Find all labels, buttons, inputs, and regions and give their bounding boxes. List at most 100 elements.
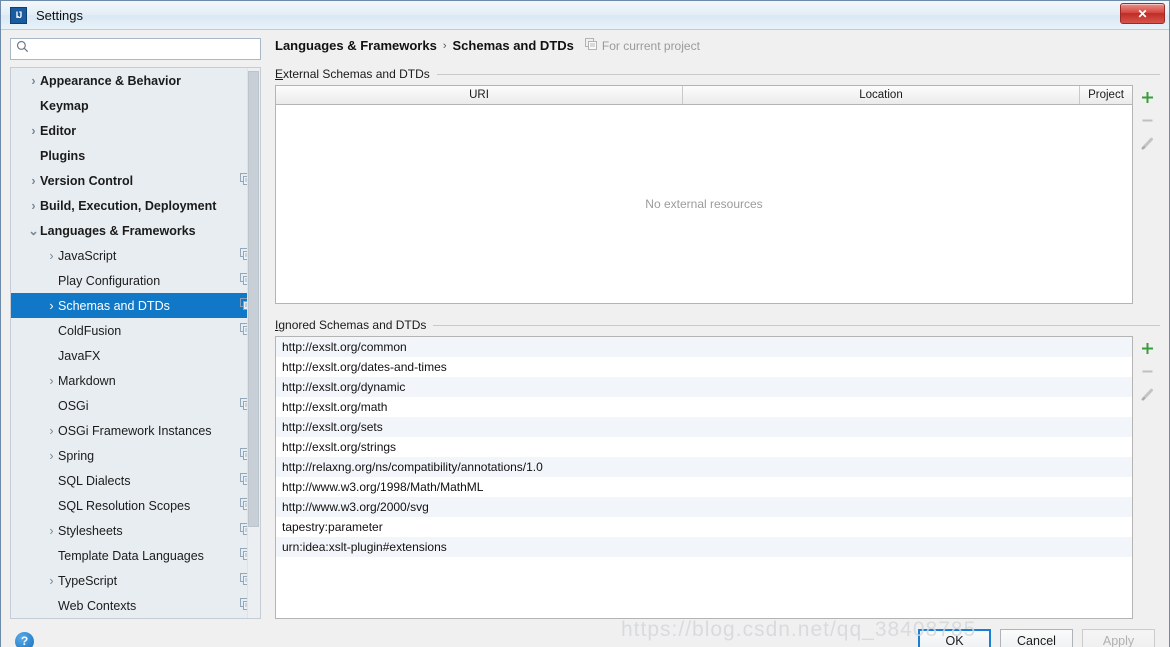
search-input[interactable] xyxy=(33,41,255,57)
search-icon xyxy=(16,40,29,58)
ignored-resources-list[interactable]: http://exslt.org/common http://exslt.org/… xyxy=(275,336,1133,619)
list-item[interactable]: urn:idea:xslt-plugin#extensions xyxy=(276,537,1132,557)
project-scope-label: For current project xyxy=(584,38,700,53)
list-item[interactable]: http://www.w3.org/1998/Math/MathML xyxy=(276,477,1132,497)
list-item[interactable]: http://exslt.org/strings xyxy=(276,437,1132,457)
sidebar-item-label: JavaFX xyxy=(58,348,101,363)
sidebar-item-sql-resolution-scopes[interactable]: SQL Resolution Scopes xyxy=(11,493,260,518)
chevron-right-icon[interactable]: › xyxy=(45,299,58,313)
list-item[interactable]: http://exslt.org/dynamic xyxy=(276,377,1132,397)
project-scope-icon xyxy=(584,38,597,53)
sidebar-item-label: Markdown xyxy=(58,373,116,388)
column-header-location[interactable]: Location xyxy=(683,86,1080,104)
minus-icon xyxy=(1142,119,1153,122)
sidebar-item-template-data-languages[interactable]: Template Data Languages xyxy=(11,543,260,568)
help-button[interactable]: ? xyxy=(15,631,34,647)
ignored-list-toolbar xyxy=(1135,336,1160,619)
list-item[interactable]: http://relaxng.org/ns/compatibility/anno… xyxy=(276,457,1132,477)
sidebar-item-spring[interactable]: › Spring xyxy=(11,443,260,468)
sidebar-item-schemas-and-dtds[interactable]: › Schemas and DTDs xyxy=(11,293,260,318)
edit-ignored-resource-button xyxy=(1136,383,1159,406)
chevron-right-icon[interactable]: › xyxy=(45,374,58,388)
sidebar-item-label: Version Control xyxy=(40,173,134,188)
sidebar-item-label: Schemas and DTDs xyxy=(58,298,170,313)
sidebar-item-osgi-framework-instances[interactable]: › OSGi Framework Instances xyxy=(11,418,260,443)
sidebar-scrollbar-thumb[interactable] xyxy=(248,71,259,527)
edit-pencil-icon xyxy=(1141,137,1153,150)
sidebar-item-osgi[interactable]: OSGi xyxy=(11,393,260,418)
chevron-right-icon[interactable]: › xyxy=(27,124,40,138)
breadcrumb-parent[interactable]: Languages & Frameworks xyxy=(275,38,437,53)
breadcrumb: Languages & Frameworks › Schemas and DTD… xyxy=(275,38,1160,53)
sidebar-item-languages-frameworks[interactable]: ⌄ Languages & Frameworks xyxy=(11,218,260,243)
chevron-right-icon[interactable]: › xyxy=(45,424,58,438)
external-group-title: External Schemas and DTDs xyxy=(275,67,1160,81)
chevron-right-icon[interactable]: › xyxy=(27,74,40,88)
list-item[interactable]: http://exslt.org/common xyxy=(276,337,1132,357)
sidebar-item-label: ColdFusion xyxy=(58,323,122,338)
settings-sidebar: › Appearance & Behavior Keymap › Editor Plugi… xyxy=(10,38,261,619)
sidebar-item-editor[interactable]: › Editor xyxy=(11,118,260,143)
sidebar-scrollbar[interactable] xyxy=(247,68,260,618)
sidebar-item-sql-dialects[interactable]: SQL Dialects xyxy=(11,468,260,493)
list-item[interactable]: http://exslt.org/dates-and-times xyxy=(276,357,1132,377)
external-group-rest: xternal Schemas and DTDs xyxy=(283,67,430,81)
sidebar-item-label: Web Contexts xyxy=(58,598,137,613)
sidebar-item-web-contexts[interactable]: Web Contexts xyxy=(11,593,260,618)
external-resources-table: URI Location Project No external resourc… xyxy=(275,85,1133,304)
search-box[interactable] xyxy=(10,38,261,60)
sidebar-item-label: Editor xyxy=(40,123,77,138)
sidebar-item-label: OSGi xyxy=(58,398,89,413)
sidebar-item-version-control[interactable]: › Version Control xyxy=(11,168,260,193)
sidebar-item-label: Build, Execution, Deployment xyxy=(40,198,217,213)
list-item[interactable]: http://exslt.org/math xyxy=(276,397,1132,417)
minus-icon xyxy=(1142,370,1153,373)
group-divider xyxy=(436,73,1160,75)
sidebar-item-plugins[interactable]: Plugins xyxy=(11,143,260,168)
chevron-right-icon[interactable]: › xyxy=(45,574,58,588)
sidebar-item-label: Plugins xyxy=(40,148,86,163)
sidebar-item-stylesheets[interactable]: › Stylesheets xyxy=(11,518,260,543)
list-item[interactable]: tapestry:parameter xyxy=(276,517,1132,537)
column-header-uri[interactable]: URI xyxy=(276,86,683,104)
chevron-right-icon[interactable]: › xyxy=(45,524,58,538)
add-ignored-resource-button[interactable] xyxy=(1136,337,1159,360)
chevron-down-icon[interactable]: ⌄ xyxy=(27,223,40,238)
external-group-label: External Schemas and DTDs xyxy=(275,67,430,81)
title-bar: IJ Settings ✕ xyxy=(1,1,1169,30)
list-item[interactable]: http://www.w3.org/2000/svg xyxy=(276,497,1132,517)
sidebar-item-build-execution-deployment[interactable]: › Build, Execution, Deployment xyxy=(11,193,260,218)
column-header-project[interactable]: Project xyxy=(1080,86,1132,104)
sidebar-item-typescript[interactable]: › TypeScript xyxy=(11,568,260,593)
sidebar-item-label: Spring xyxy=(58,448,95,463)
external-group-mnemonic: E xyxy=(275,67,284,81)
sidebar-item-label: Appearance & Behavior xyxy=(40,73,182,88)
cancel-button[interactable]: Cancel xyxy=(1000,629,1073,647)
sidebar-item-label: Template Data Languages xyxy=(58,548,204,563)
plus-icon xyxy=(1142,343,1153,354)
ignored-group-rest: gnored Schemas and DTDs xyxy=(278,318,427,332)
chevron-right-icon[interactable]: › xyxy=(27,174,40,188)
sidebar-item-javafx[interactable]: JavaFX xyxy=(11,343,260,368)
ok-button[interactable]: OK xyxy=(918,629,991,647)
sidebar-item-javascript[interactable]: › JavaScript xyxy=(11,243,260,268)
edit-pencil-icon xyxy=(1141,388,1153,401)
add-external-resource-button[interactable] xyxy=(1136,86,1159,109)
sidebar-item-play-configuration[interactable]: Play Configuration xyxy=(11,268,260,293)
external-table-section: URI Location Project No external resourc… xyxy=(275,85,1160,304)
sidebar-item-keymap[interactable]: Keymap xyxy=(11,93,260,118)
close-icon[interactable]: ✕ xyxy=(1120,3,1165,24)
breadcrumb-current: Schemas and DTDs xyxy=(452,38,574,53)
sidebar-item-markdown[interactable]: › Markdown xyxy=(11,368,260,393)
group-divider xyxy=(433,324,1160,326)
list-item[interactable]: http://exslt.org/sets xyxy=(276,417,1132,437)
chevron-right-icon[interactable]: › xyxy=(45,449,58,463)
sidebar-item-coldfusion[interactable]: ColdFusion xyxy=(11,318,260,343)
apply-button: Apply xyxy=(1082,629,1155,647)
sidebar-item-appearance-behavior[interactable]: › Appearance & Behavior xyxy=(11,68,260,93)
external-table-toolbar xyxy=(1135,85,1160,304)
settings-detail-panel: Languages & Frameworks › Schemas and DTD… xyxy=(261,38,1160,619)
intellij-logo-icon: IJ xyxy=(10,6,27,24)
chevron-right-icon[interactable]: › xyxy=(27,199,40,213)
chevron-right-icon[interactable]: › xyxy=(45,249,58,263)
